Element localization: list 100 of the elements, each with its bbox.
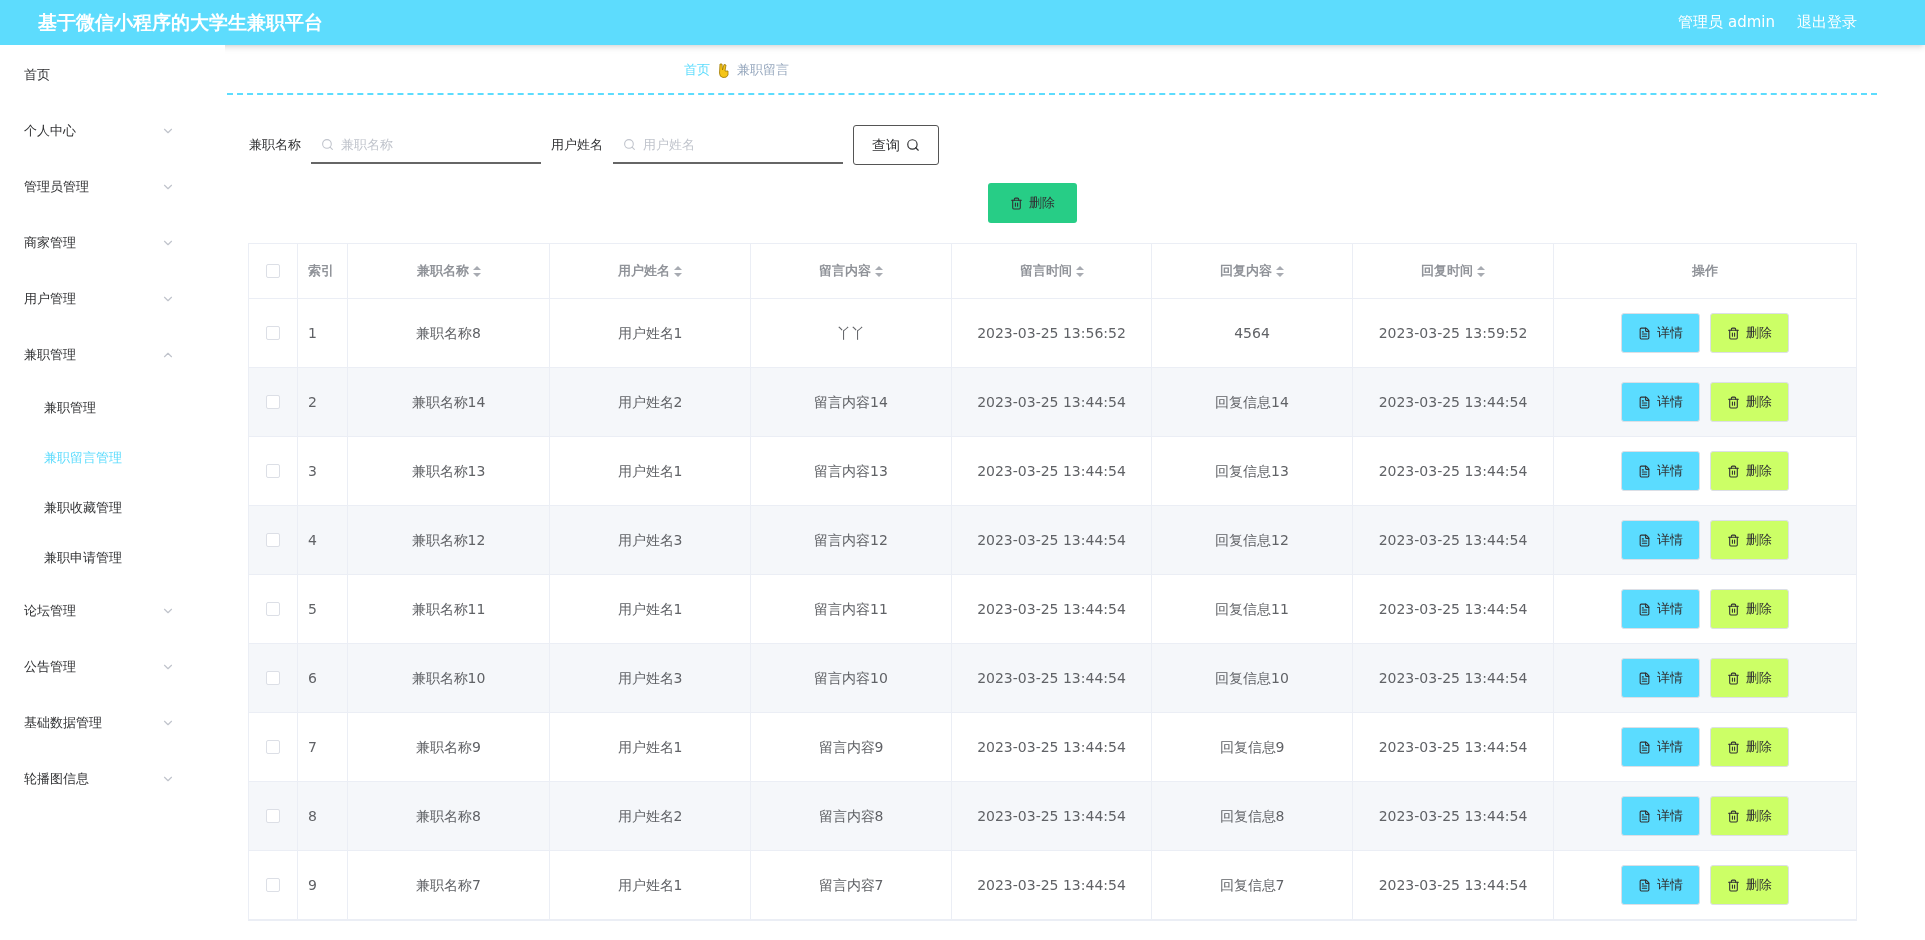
details-button[interactable]: 详情 (1621, 658, 1700, 698)
checkbox[interactable] (266, 395, 280, 409)
trash-icon (1727, 533, 1740, 547)
table-cell-text: 兼职名称14 (411, 392, 486, 412)
table-cell-text: 用户姓名3 (617, 530, 683, 550)
table-cell-text: 2023-03-25 13:44:54 (1378, 530, 1528, 550)
table-cell-text: 用户姓名2 (617, 392, 683, 412)
delete-button[interactable]: 删除 (1710, 451, 1789, 491)
table-cell-text: 回复信息7 (1219, 875, 1285, 895)
sidebar-item[interactable]: 首页 (0, 47, 225, 103)
sort-icon[interactable] (472, 265, 481, 277)
sidebar-subitem[interactable]: 兼职申请管理 (0, 533, 225, 583)
sidebar-item[interactable]: 商家管理 (0, 215, 225, 271)
column-header: 操作 (1692, 262, 1718, 281)
delete-button[interactable]: 删除 (1710, 658, 1789, 698)
table-cell-text: 兼职名称13 (411, 461, 486, 481)
search-field[interactable]: 兼职名称 (311, 126, 541, 164)
sidebar-item[interactable]: 轮播图信息 (0, 751, 225, 807)
table-cell-text: 2023-03-25 13:44:54 (1378, 806, 1528, 826)
table-cell-text: 用户姓名3 (617, 668, 683, 688)
delete-button[interactable]: 删除 (1710, 520, 1789, 560)
table-cell-text: 4564 (1234, 323, 1270, 343)
details-button[interactable]: 详情 (1621, 589, 1700, 629)
delete-button[interactable]: 删除 (1710, 865, 1789, 905)
table-cell-text: 2023-03-25 13:44:54 (977, 737, 1126, 757)
column-header: 索引 (308, 262, 334, 281)
table-cell-text: 2023-03-25 13:44:54 (1378, 668, 1528, 688)
hand-icon (717, 62, 729, 78)
table-cell-text: 2023-03-25 13:44:54 (1378, 461, 1528, 481)
table-cell-text: 2023-03-25 13:44:54 (977, 530, 1126, 550)
details-button[interactable]: 详情 (1621, 796, 1700, 836)
checkbox[interactable] (266, 671, 280, 685)
checkbox[interactable] (266, 264, 280, 278)
document-icon (1638, 671, 1651, 685)
sidebar-item[interactable]: 公告管理 (0, 639, 225, 695)
details-button[interactable]: 详情 (1621, 727, 1700, 767)
details-button[interactable]: 详情 (1621, 520, 1700, 560)
table-cell-text: 用户姓名1 (617, 875, 683, 895)
bulk-delete-button[interactable]: 删除 (987, 183, 1077, 223)
sort-icon[interactable] (1477, 265, 1485, 277)
trash-icon (1727, 809, 1740, 823)
table-cell-text: 2023-03-25 13:44:54 (1378, 875, 1528, 895)
table-cell-text: 6 (308, 668, 317, 688)
table-cell-text: 2 (308, 392, 317, 412)
sidebar-item[interactable]: 基础数据管理 (0, 695, 225, 751)
table-cell-text: 2023-03-25 13:44:54 (977, 806, 1126, 826)
table-cell-text: 9 (308, 875, 317, 895)
trash-icon (1009, 196, 1023, 210)
trash-icon (1727, 878, 1740, 892)
checkbox[interactable] (266, 602, 280, 616)
checkbox[interactable] (266, 533, 280, 547)
document-icon (1638, 602, 1651, 616)
table-cell-text: 1 (308, 323, 317, 343)
sidebar-item[interactable]: 用户管理 (0, 271, 225, 327)
table-cell-text: 回复信息12 (1215, 530, 1289, 550)
sort-icon[interactable] (674, 265, 682, 277)
document-icon (1638, 878, 1651, 892)
checkbox[interactable] (266, 464, 280, 478)
delete-button[interactable]: 删除 (1710, 313, 1789, 353)
sort-icon[interactable] (875, 265, 883, 277)
checkbox[interactable] (266, 740, 280, 754)
sort-icon[interactable] (1075, 265, 1084, 277)
document-icon (1638, 809, 1651, 823)
table-cell-text: 7 (308, 737, 317, 757)
sidebar-item[interactable]: 个人中心 (0, 103, 225, 159)
delete-button[interactable]: 删除 (1710, 796, 1789, 836)
checkbox[interactable] (266, 809, 280, 823)
sidebar-subitem[interactable]: 兼职管理 (0, 383, 225, 433)
query-button[interactable]: 查询 (853, 125, 939, 165)
table-cell-text: 兼职名称12 (411, 530, 486, 550)
delete-button[interactable]: 删除 (1710, 589, 1789, 629)
table-cell-text: 回复信息13 (1215, 461, 1289, 481)
details-button[interactable]: 详情 (1621, 865, 1700, 905)
sidebar-item[interactable]: 管理员管理 (0, 159, 225, 215)
details-button[interactable]: 详情 (1621, 382, 1700, 422)
trash-icon (1727, 671, 1740, 685)
details-button[interactable]: 详情 (1621, 313, 1700, 353)
sort-icon[interactable] (1276, 265, 1284, 277)
search-field[interactable]: 用户姓名 (613, 126, 843, 164)
table-cell-text: 兼职名称7 (416, 875, 481, 895)
table-cell-text: 留言内容9 (818, 737, 884, 757)
trash-icon (1727, 464, 1740, 478)
delete-button[interactable]: 删除 (1710, 727, 1789, 767)
checkbox[interactable] (266, 878, 280, 892)
field-label: 用户姓名 (551, 136, 603, 155)
table-cell-text: 兼职名称8 (416, 806, 481, 826)
sidebar-item[interactable]: 论坛管理 (0, 583, 225, 639)
trash-icon (1727, 395, 1740, 409)
sidebar-item[interactable]: 兼职管理 (0, 327, 225, 383)
search-icon (623, 138, 636, 151)
table-cell-text: 兼职名称9 (416, 737, 481, 757)
delete-button[interactable]: 删除 (1710, 382, 1789, 422)
details-button[interactable]: 详情 (1621, 451, 1700, 491)
table-cell-text: 兼职名称10 (411, 668, 486, 688)
checkbox[interactable] (266, 326, 280, 340)
table-cell-text: 留言内容8 (818, 806, 884, 826)
table-cell-text: 用户姓名1 (617, 599, 683, 619)
document-icon (1638, 740, 1651, 754)
sidebar-subitem[interactable]: 兼职收藏管理 (0, 483, 225, 533)
trash-icon (1727, 326, 1740, 340)
